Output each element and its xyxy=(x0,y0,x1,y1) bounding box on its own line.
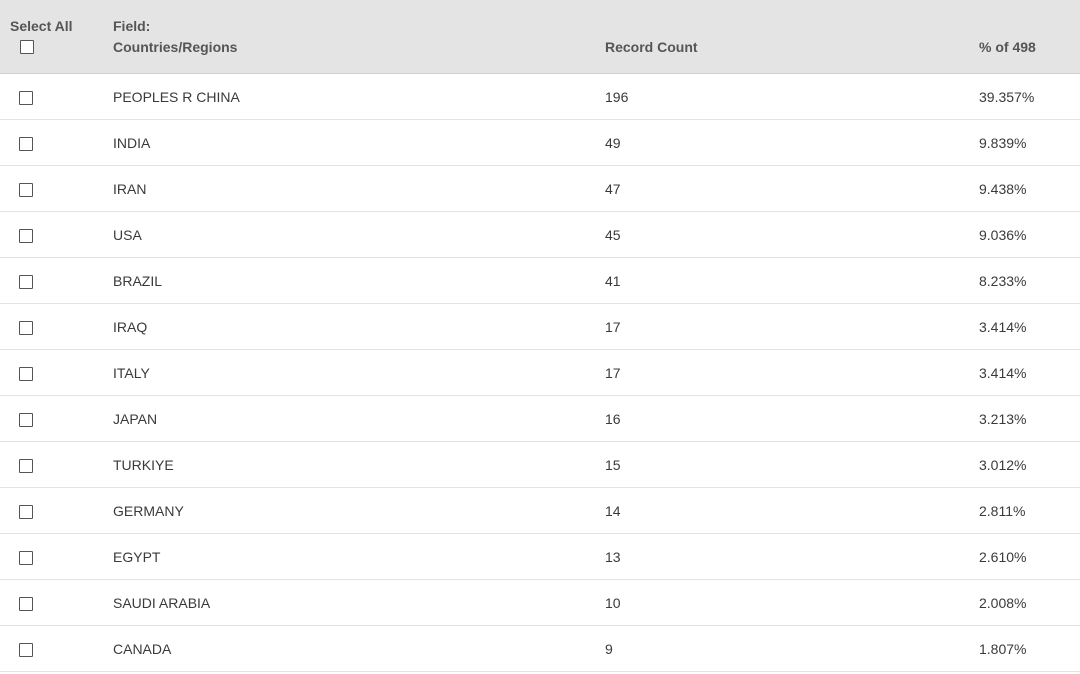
row-checkbox[interactable] xyxy=(19,275,33,289)
record-count: 13 xyxy=(605,549,621,565)
row-checkbox[interactable] xyxy=(19,229,33,243)
row-checkbox[interactable] xyxy=(19,367,33,381)
row-checkbox[interactable] xyxy=(19,505,33,519)
percent-value: 2.811% xyxy=(979,503,1026,519)
table-row: PEOPLES R CHINA 196 39.357% xyxy=(0,74,1080,120)
table-row: EGYPT 13 2.610% xyxy=(0,534,1080,580)
table-body: PEOPLES R CHINA 196 39.357% INDIA 49 9.839% IR… xyxy=(0,74,1080,672)
record-count: 17 xyxy=(605,319,621,335)
row-checkbox[interactable] xyxy=(19,459,33,473)
record-count: 15 xyxy=(605,457,621,473)
record-count: 9 xyxy=(605,641,613,657)
record-count: 47 xyxy=(605,181,621,197)
record-count: 41 xyxy=(605,273,621,289)
table-row: SAUDI ARABIA 10 2.008% xyxy=(0,580,1080,626)
country-name: GERMANY xyxy=(113,503,184,519)
country-name: PEOPLES R CHINA xyxy=(113,89,240,105)
row-checkbox[interactable] xyxy=(19,643,33,657)
country-name: CANADA xyxy=(113,641,172,657)
select-all-checkbox[interactable] xyxy=(20,40,34,54)
table-row: IRAQ 17 3.414% xyxy=(0,304,1080,350)
country-name: BRAZIL xyxy=(113,273,163,289)
select-all-label: Select All xyxy=(10,18,73,34)
field-label: Field: xyxy=(113,18,151,34)
record-count: 196 xyxy=(605,89,629,105)
percent-value: 9.438% xyxy=(979,181,1027,197)
row-checkbox[interactable] xyxy=(19,551,33,565)
country-name: EGYPT xyxy=(113,549,161,565)
country-name: IRAQ xyxy=(113,319,148,335)
table-row: CANADA 9 1.807% xyxy=(0,626,1080,672)
country-name: JAPAN xyxy=(113,411,158,427)
percent-value: 3.213% xyxy=(979,411,1027,427)
percent-value: 9.839% xyxy=(979,135,1027,151)
country-name: ITALY xyxy=(113,365,150,381)
table-row: IRAN 47 9.438% xyxy=(0,166,1080,212)
record-count: 14 xyxy=(605,503,621,519)
table-row: BRAZIL 41 8.233% xyxy=(0,258,1080,304)
country-name: USA xyxy=(113,227,142,243)
country-name: TURKIYE xyxy=(113,457,174,473)
percent-value: 2.008% xyxy=(979,595,1027,611)
table-row: INDIA 49 9.839% xyxy=(0,120,1080,166)
row-checkbox[interactable] xyxy=(19,413,33,427)
record-count: 17 xyxy=(605,365,621,381)
row-checkbox[interactable] xyxy=(19,183,33,197)
record-count: 16 xyxy=(605,411,621,427)
percent-value: 9.036% xyxy=(979,227,1027,243)
percent-value: 1.807% xyxy=(979,641,1027,657)
country-name: INDIA xyxy=(113,135,151,151)
country-name: SAUDI ARABIA xyxy=(113,595,211,611)
percent-value: 2.610% xyxy=(979,549,1027,565)
table-row: GERMANY 14 2.811% xyxy=(0,488,1080,534)
percent-value: 3.414% xyxy=(979,319,1027,335)
row-checkbox[interactable] xyxy=(19,137,33,151)
table-row: TURKIYE 15 3.012% xyxy=(0,442,1080,488)
percent-value: 3.012% xyxy=(979,457,1027,473)
record-count: 45 xyxy=(605,227,621,243)
record-count: 49 xyxy=(605,135,621,151)
column-header-record-count[interactable]: Record Count xyxy=(605,37,698,57)
column-header-percent[interactable]: % of 498 xyxy=(979,37,1036,57)
table-row: ITALY 17 3.414% xyxy=(0,350,1080,396)
record-count: 10 xyxy=(605,595,621,611)
row-checkbox[interactable] xyxy=(19,597,33,611)
percent-value: 8.233% xyxy=(979,273,1027,289)
column-header-countries[interactable]: Countries/Regions xyxy=(113,37,237,57)
table-row: USA 45 9.036% xyxy=(0,212,1080,258)
row-checkbox[interactable] xyxy=(19,321,33,335)
analysis-results-table: Select All Field: Countries/Regions Reco… xyxy=(0,0,1080,674)
table-row: JAPAN 16 3.213% xyxy=(0,396,1080,442)
percent-value: 3.414% xyxy=(979,365,1027,381)
country-name: IRAN xyxy=(113,181,147,197)
percent-value: 39.357% xyxy=(979,89,1035,105)
row-checkbox[interactable] xyxy=(19,91,33,105)
table-header: Select All Field: Countries/Regions Reco… xyxy=(0,0,1080,74)
